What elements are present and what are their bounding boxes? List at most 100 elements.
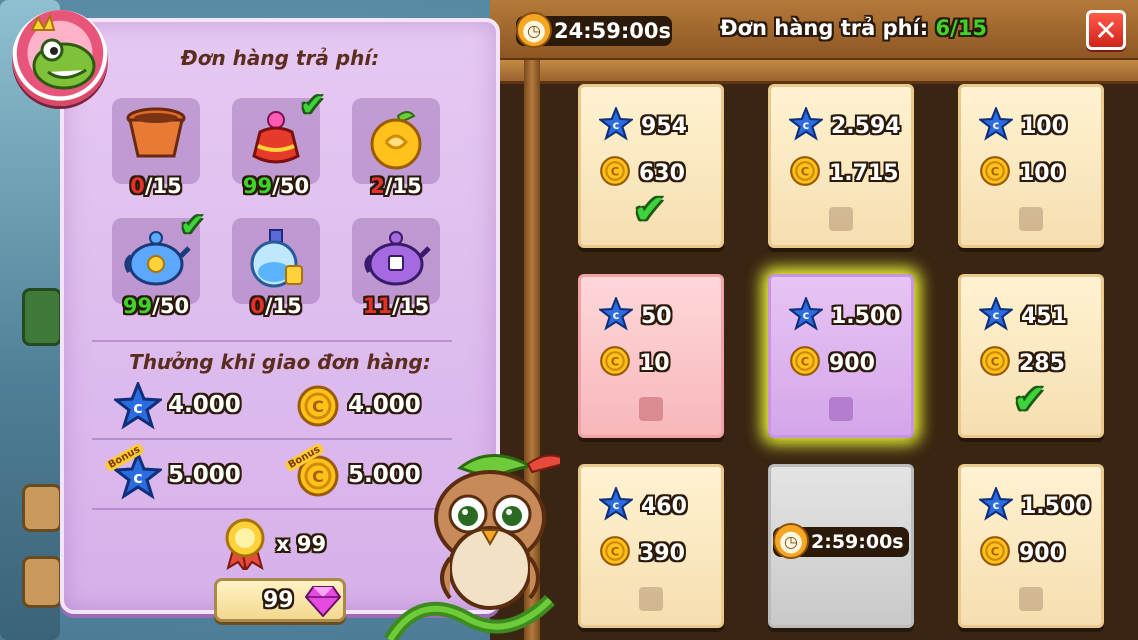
order-star-reward: c 2.594 [789, 107, 901, 145]
svg-text:C: C [991, 544, 1000, 558]
pay-gem-button[interactable]: 99 [214, 578, 346, 622]
order-star-value: 451 [1021, 303, 1067, 329]
order-card[interactable]: c 1.500 C 900 [768, 274, 914, 438]
order-coin-value: 900 [1019, 540, 1065, 566]
star-icon: c [789, 107, 823, 145]
order-star-value: 1.500 [1021, 493, 1091, 519]
order-star-value: 460 [641, 493, 687, 519]
order-coin-value: 390 [639, 540, 685, 566]
reward-bonus-star-value: 5.000 [168, 462, 241, 488]
order-status-box [1019, 587, 1043, 611]
order-star-reward: c 100 [979, 107, 1067, 145]
golden-fruit-icon [364, 106, 428, 174]
svg-text:c: c [613, 118, 620, 132]
reward-star-value: 4.000 [168, 392, 241, 418]
item-count: 0/15 [96, 174, 216, 198]
svg-text:c: c [993, 118, 1000, 132]
divider [92, 438, 452, 440]
star-icon: c [599, 487, 633, 525]
item-slot-purple-teapot[interactable] [352, 218, 440, 304]
order-star-reward: c 1.500 [979, 487, 1091, 525]
order-coin-reward: C 900 [979, 535, 1065, 571]
event-timer: ◷ 24:59:00s [516, 12, 672, 48]
coin-icon: C [297, 385, 339, 427]
item-need: /50 [152, 294, 190, 318]
svg-text:C: C [312, 397, 324, 416]
order-cooldown-text: 2:59:00s [811, 531, 904, 553]
order-card[interactable]: c 460 C 390 [578, 464, 724, 628]
item-count: 0/15 [216, 294, 336, 318]
owl-mascot-icon [434, 454, 560, 610]
svg-text:C: C [801, 164, 810, 178]
order-coin-reward: C 1.715 [789, 155, 899, 191]
coin-icon: C [979, 535, 1011, 571]
item-need: /50 [272, 174, 310, 198]
order-card[interactable]: ◷ 2:59:00s [768, 464, 914, 628]
item-slot-glass-bottle[interactable] [232, 218, 320, 304]
order-coin-value: 100 [1019, 160, 1065, 186]
order-card[interactable]: c 100 C 100 [958, 84, 1104, 248]
order-card[interactable]: c 451 C 285 ✔ [958, 274, 1104, 438]
item-need: /15 [384, 174, 422, 198]
item-count: 99/50 [216, 174, 336, 198]
order-status-box [829, 207, 853, 231]
star-icon: c [979, 487, 1013, 525]
order-star-reward: c 954 [599, 107, 687, 145]
svg-text:C: C [312, 467, 324, 486]
item-have: 11 [362, 294, 393, 318]
checkmark-icon: ✔ [180, 208, 206, 243]
reward-bonus-coin-value: 5.000 [348, 462, 421, 488]
divider [92, 340, 452, 342]
gem-icon [305, 586, 341, 617]
star-icon: c [114, 382, 162, 430]
order-card[interactable]: c 1.500 C 900 [958, 464, 1104, 628]
star-icon: c [599, 297, 633, 335]
glass-bottle-icon [244, 226, 308, 294]
order-status-box [1019, 207, 1043, 231]
order-coin-reward: C 100 [979, 155, 1065, 191]
item-need: /15 [392, 294, 430, 318]
chat-button-icon [22, 484, 62, 532]
star-icon: c [979, 107, 1013, 145]
star-icon: c [789, 297, 823, 335]
order-cooldown-timer: ◷ 2:59:00s [773, 523, 909, 559]
item-slot-golden-fruit[interactable] [352, 98, 440, 184]
svg-text:c: c [133, 468, 142, 487]
order-card[interactable]: c 2.594 C 1.715 [768, 84, 914, 248]
svg-text:c: c [803, 118, 810, 132]
order-coin-value: 900 [829, 350, 875, 376]
item-slot-clay-pot[interactable] [112, 98, 200, 184]
orders-progress-count: 6/15 [935, 16, 987, 40]
coin-icon: C [979, 155, 1011, 191]
svg-text:c: c [133, 398, 142, 417]
order-coin-reward: C 630 [599, 155, 685, 191]
medal-count: x 99 [276, 532, 327, 556]
event-timer-text: 24:59:00s [554, 19, 671, 43]
order-star-reward: c 50 [599, 297, 672, 335]
clock-icon: ◷ [516, 12, 552, 48]
order-card[interactable]: c 50 C 10 [578, 274, 724, 438]
clock-icon: ◷ [773, 523, 809, 559]
order-card[interactable]: c 954 C 630 ✔ [578, 84, 724, 248]
item-count: 2/15 [336, 174, 456, 198]
checkmark-icon: ✔ [1013, 377, 1047, 423]
divider [92, 508, 452, 510]
close-button[interactable]: ✕ [1086, 10, 1126, 50]
purple-teapot-icon [361, 226, 431, 294]
board-roof [490, 60, 1138, 84]
coin-icon: C [789, 345, 821, 381]
svg-text:c: c [803, 308, 810, 322]
item-count: 11/15 [336, 294, 456, 318]
svg-text:C: C [991, 354, 1000, 368]
svg-text:C: C [991, 164, 1000, 178]
svg-text:c: c [993, 308, 1000, 322]
item-need: /15 [144, 174, 182, 198]
gem-cost: 99 [263, 588, 294, 613]
svg-text:c: c [613, 308, 620, 322]
order-coin-reward: C 390 [599, 535, 685, 571]
order-star-value: 50 [641, 303, 672, 329]
reward-heading: Thưởng khi giao đơn hàng: [129, 350, 431, 374]
order-status-box [639, 397, 663, 421]
item-have: 0 [250, 294, 265, 318]
item-need: /15 [264, 294, 302, 318]
